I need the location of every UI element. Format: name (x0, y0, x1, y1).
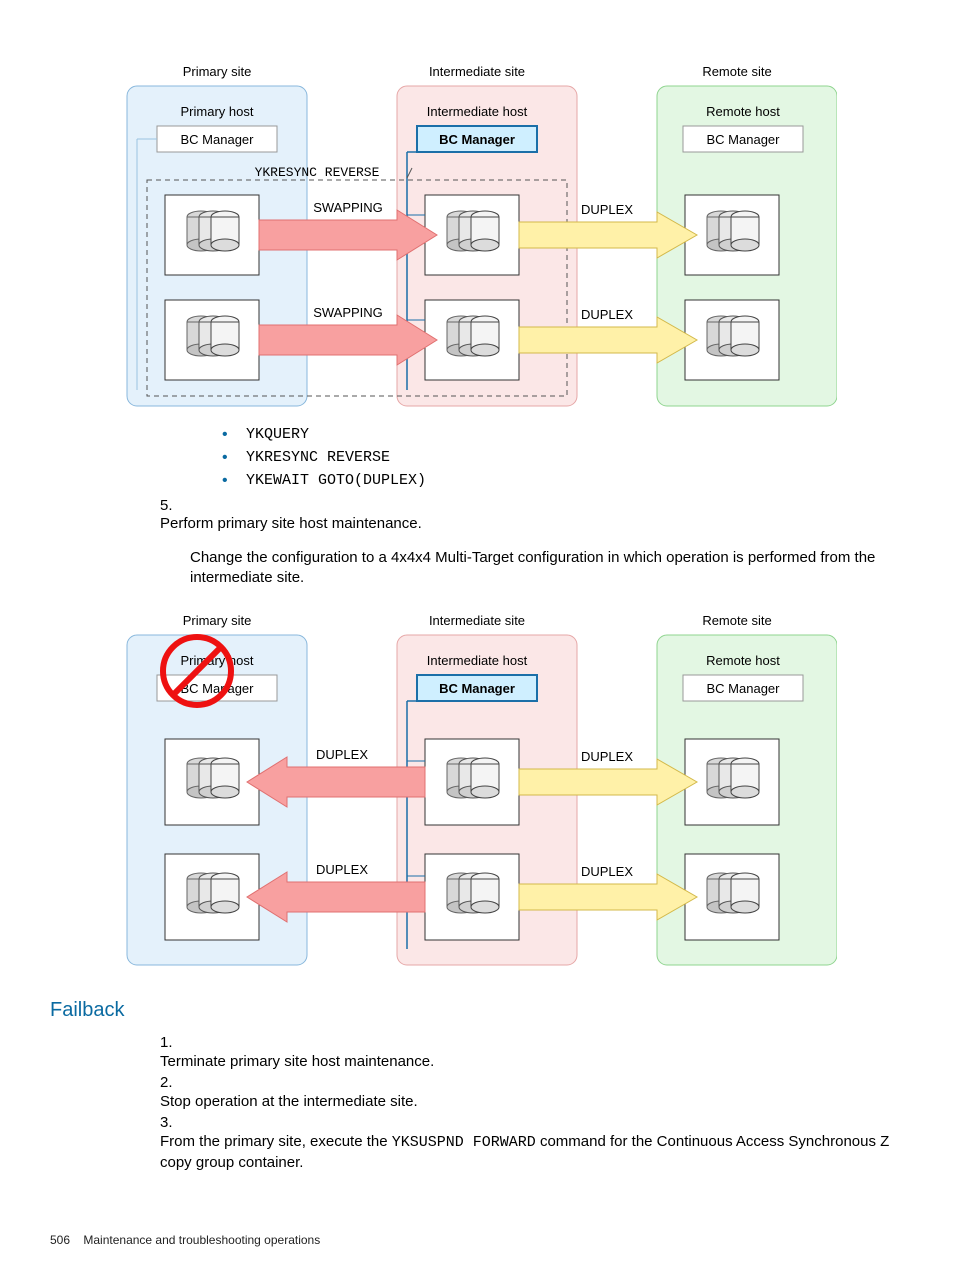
step-text: Terminate primary site host maintenance. (160, 1052, 900, 1072)
d2-arrow-a1: DUPLEX (316, 747, 368, 762)
d1-intermediate-title: Intermediate site (429, 64, 525, 79)
d2-intermediate-host: Intermediate host (427, 653, 528, 668)
d1-remote-host: Remote host (706, 104, 780, 119)
d1-arrow-b2: DUPLEX (581, 307, 633, 322)
d1-command-label: YKRESYNC REVERSE (255, 165, 380, 180)
step-text: Stop operation at the intermediate site. (160, 1092, 900, 1112)
d2-arrow-b1: DUPLEX (581, 749, 633, 764)
d2-arrow-a2: DUPLEX (316, 862, 368, 877)
footer-title: Maintenance and troubleshooting operatio… (83, 1233, 320, 1247)
step-text: From the primary site, execute the YKSUS… (160, 1132, 900, 1174)
d1-arrow-b1: DUPLEX (581, 202, 633, 217)
storage-cylinder-icon (447, 316, 499, 356)
storage-cylinder-icon (187, 758, 239, 798)
d1-intermediate-host: Intermediate host (427, 104, 528, 119)
storage-cylinder-icon (187, 211, 239, 251)
d2-primary-host: Primary host (181, 653, 254, 668)
d1-primary-title: Primary site (183, 64, 252, 79)
failback-steps: 1. Terminate primary site host maintenan… (160, 1034, 904, 1174)
step-number: 1. (160, 1034, 190, 1051)
d1-primary-bc: BC Manager (181, 132, 255, 147)
storage-cylinder-icon (707, 316, 759, 356)
storage-cylinder-icon (187, 316, 239, 356)
d2-primary-title: Primary site (183, 613, 252, 628)
storage-cylinder-icon (447, 211, 499, 251)
command-text: YKSUSPND FORWARD (392, 1134, 536, 1151)
bullet-item: YKQUERY (220, 426, 904, 443)
bullet-item: YKRESYNC REVERSE (220, 449, 904, 466)
storage-cylinder-icon (707, 873, 759, 913)
failback-heading: Failback (50, 999, 904, 1022)
d2-intermediate-title: Intermediate site (429, 613, 525, 628)
d1-remote-bc: BC Manager (707, 132, 781, 147)
storage-cylinder-icon (447, 873, 499, 913)
diagram-2: Primary site Intermediate site Remote si… (50, 609, 904, 969)
page-footer: 506 Maintenance and troubleshooting oper… (50, 1233, 320, 1247)
d1-primary-host: Primary host (181, 104, 254, 119)
d1-arrow-a1: SWAPPING (313, 200, 383, 215)
d2-remote-bc: BC Manager (707, 681, 781, 696)
step5-line1: Perform primary site host maintenance. (160, 515, 900, 532)
storage-cylinder-icon (447, 758, 499, 798)
step5-body: Change the configuration to a 4x4x4 Mult… (190, 548, 904, 589)
step5-number: 5. (160, 497, 190, 514)
storage-cylinder-icon (707, 758, 759, 798)
step-number: 3. (160, 1114, 190, 1131)
storage-cylinder-icon (707, 211, 759, 251)
step-number: 2. (160, 1074, 190, 1091)
command-bullets: YKQUERY YKRESYNC REVERSE YKEWAIT GOTO(DU… (180, 426, 904, 489)
d2-remote-title: Remote site (702, 613, 771, 628)
d2-remote-host: Remote host (706, 653, 780, 668)
d2-primary-bc: BC Manager (181, 681, 255, 696)
d2-intermediate-bc: BC Manager (439, 681, 515, 696)
d2-arrow-b2: DUPLEX (581, 864, 633, 879)
d1-arrow-a2: SWAPPING (313, 305, 383, 320)
bullet-item: YKEWAIT GOTO(DUPLEX) (220, 472, 904, 489)
d1-intermediate-bc: BC Manager (439, 132, 515, 147)
page-number: 506 (50, 1233, 70, 1247)
storage-cylinder-icon (187, 873, 239, 913)
d1-remote-title: Remote site (702, 64, 771, 79)
diagram-1: Primary site Intermediate site Remote si… (50, 60, 904, 410)
